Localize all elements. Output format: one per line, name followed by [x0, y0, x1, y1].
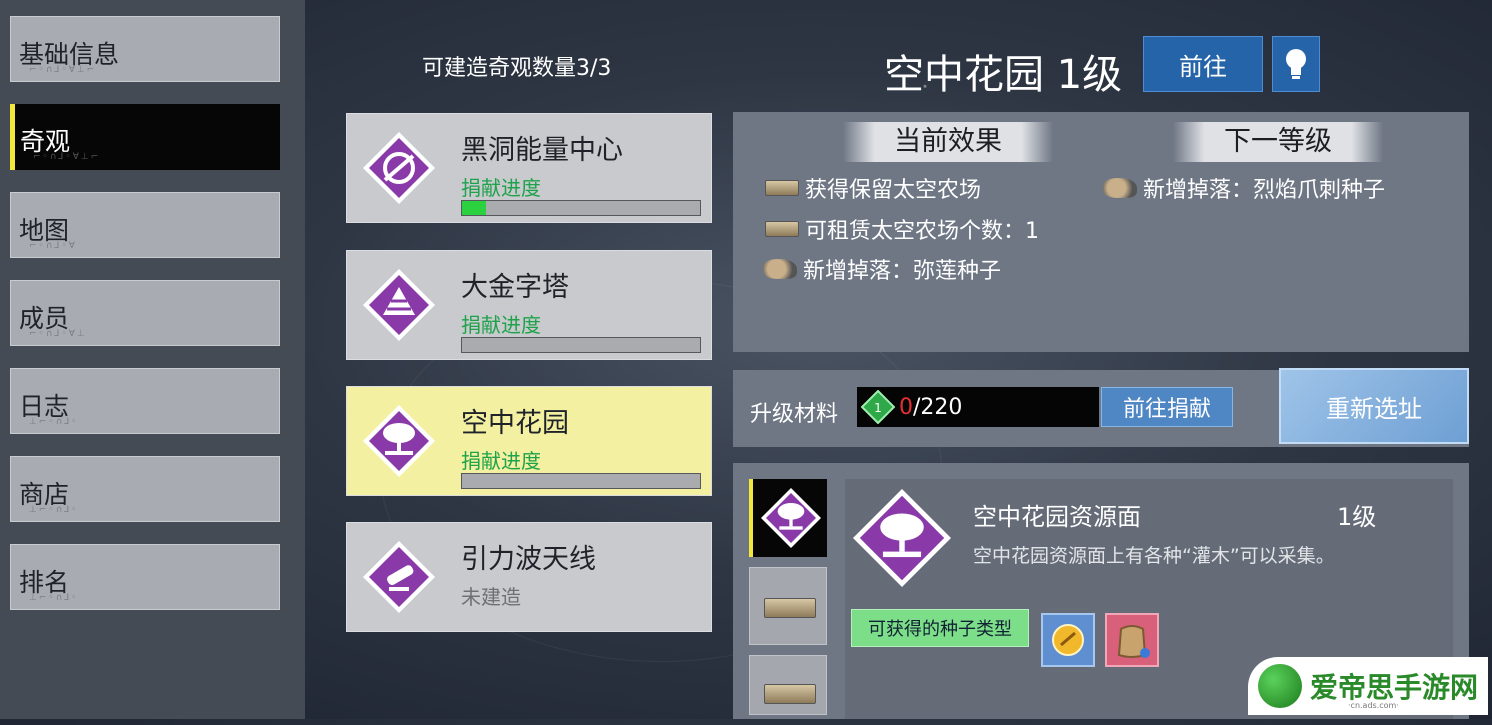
hint-button[interactable] [1272, 36, 1320, 92]
wonder-status: 未建造 [461, 585, 521, 609]
material-have: 0 [899, 394, 913, 420]
donation-progress-bar [461, 473, 701, 489]
platform-icon [764, 684, 816, 704]
alien-glyph-decoration: ⌐◦∩⅃◦Ɐ⊥ [29, 329, 87, 339]
current-effect-item: 新增掉落：弥莲种子 [763, 253, 1001, 285]
current-effect-item: 获得保留太空农场 [765, 172, 981, 204]
tree-icon [363, 405, 435, 477]
resource-name: 空中花园资源面 [973, 503, 1141, 531]
effect-text: 新增掉落：弥莲种子 [803, 259, 1002, 284]
wonder-card-blackhole[interactable]: 黑洞能量中心 捐献进度 [346, 113, 712, 223]
upgrade-material-label: 升级材料 [750, 402, 839, 427]
effect-text: 获得保留太空农场 [805, 178, 982, 203]
site-watermark: 爱帝思手游网 ·cn.ads.com· [1248, 657, 1488, 715]
sidebar-item-shop[interactable]: 商店 ⊥⌐◦∩⅃◦ [10, 456, 280, 522]
seed-type-label: 可获得的种子类型 [851, 609, 1029, 647]
alien-glyph-decoration: ⌐◦∩⅃◦Ɐ⊥⌐ [29, 65, 97, 75]
sidebar: 基础信息 ⌐◦∩⅃◦Ɐ⊥⌐ 奇观 ⌐◦∩⅃◦Ɐ⊥⌐ 地图 ⌐◦∩⅃◦Ɐ 成员 ⌐… [0, 0, 305, 719]
gold-seed-icon [1052, 624, 1084, 656]
alien-glyph-decoration: ⊥⌐◦∩⅃◦ [29, 505, 79, 515]
sidebar-item-log[interactable]: 日志 ⊥⌐◦∩⅃◦ [10, 368, 280, 434]
goto-button[interactable]: 前往 [1143, 36, 1263, 92]
current-effect-item: 可租赁太空农场个数：1 [765, 213, 1039, 245]
resource-thumb-farm[interactable] [749, 567, 827, 645]
platform-icon [765, 180, 799, 196]
resource-description: 空中花园资源面上有各种“灌木”可以采集。 [973, 545, 1335, 567]
resource-level: 1级 [1337, 503, 1377, 531]
alien-glyph-decoration: ⌐◦∩⅃◦Ɐ⊥⌐ [33, 152, 101, 162]
effects-panel: 当前效果 下一等级 获得保留太空农场 可租赁太空农场个数：1 新增掉落：弥莲种子… [733, 112, 1469, 352]
seed-slot[interactable] [1105, 613, 1159, 667]
wonder-name: 引力波天线 [461, 544, 596, 575]
wonder-card-antenna[interactable]: 引力波天线 未建造 [346, 522, 712, 632]
pyramid-icon [363, 269, 435, 341]
watermark-subtext: ·cn.ads.com· [1348, 701, 1399, 710]
blackhole-icon [363, 132, 435, 204]
platform-icon [765, 221, 799, 237]
wonder-name: 大金字塔 [461, 272, 569, 303]
tree-icon [853, 489, 951, 587]
relocate-button[interactable]: 重新选址 [1279, 368, 1469, 444]
upgrade-material-row: 升级材料 1 0 /220 前往捐献 重新选址 [733, 368, 1469, 447]
sidebar-item-wonders[interactable]: 奇观 ⌐◦∩⅃◦Ɐ⊥⌐ [10, 104, 280, 170]
next-level-header: 下一等级 [1173, 122, 1383, 162]
alien-glyph-decoration: ⌐◦∩⅃◦Ɐ [29, 241, 77, 251]
leaf-logo-icon [1258, 664, 1302, 708]
wonder-name: 黑洞能量中心 [461, 135, 623, 166]
material-counter: 1 0 /220 [857, 387, 1099, 427]
wonder-card-sky-garden[interactable]: 空中花园 捐献进度 [346, 386, 712, 496]
donation-progress-bar [461, 200, 701, 216]
svg-text:1: 1 [874, 401, 882, 415]
material-need: /220 [913, 394, 963, 420]
donation-progress-bar [461, 337, 701, 353]
alien-glyph-decoration: ⊥⌐◦∩⅃◦ [29, 593, 79, 603]
current-effect-header: 当前效果 [843, 122, 1053, 162]
alien-glyph-decoration: ⊥⌐◦∩⅃◦ [29, 417, 79, 427]
lightbulb-icon [1286, 49, 1306, 79]
resource-thumbnail-list [749, 479, 829, 725]
effect-text: 可租赁太空农场个数：1 [805, 219, 1039, 244]
platform-icon [764, 598, 816, 618]
watermark-text: 爱帝思手游网 [1310, 671, 1479, 704]
wonder-card-pyramid[interactable]: 大金字塔 捐献进度 [346, 250, 712, 360]
sidebar-item-basic-info[interactable]: 基础信息 ⌐◦∩⅃◦Ɐ⊥⌐ [10, 16, 280, 82]
sidebar-item-map[interactable]: 地图 ⌐◦∩⅃◦Ɐ [10, 192, 280, 258]
effect-text: 新增掉落：烈焰爪刺种子 [1143, 178, 1386, 203]
progress-fill [462, 201, 486, 215]
wonder-status: 捐献进度 [461, 176, 541, 200]
buildable-wonder-count: 可建造奇观数量3/3 [422, 56, 612, 81]
resource-thumb-farm[interactable] [749, 655, 827, 715]
seed-slot[interactable] [1041, 613, 1095, 667]
green-gem-icon: 1 [861, 390, 895, 424]
next-effect-item: 新增掉落：烈焰爪刺种子 [1103, 172, 1385, 204]
resource-thumb-garden[interactable] [749, 479, 827, 557]
sidebar-item-members[interactable]: 成员 ⌐◦∩⅃◦Ɐ⊥ [10, 280, 280, 346]
creature-icon [763, 259, 797, 279]
antenna-icon [363, 541, 435, 613]
wonder-status: 捐献进度 [461, 449, 541, 473]
wonder-title: 空中花园 1级 [884, 52, 1123, 98]
tree-icon [761, 488, 821, 548]
sidebar-item-ranking[interactable]: 排名 ⊥⌐◦∩⅃◦ [10, 544, 280, 610]
creature-icon [1103, 178, 1137, 198]
wonder-status: 捐献进度 [461, 313, 541, 337]
go-donate-button[interactable]: 前往捐献 [1101, 387, 1233, 427]
wonder-name: 空中花园 [461, 408, 569, 439]
sack-icon [1117, 625, 1150, 658]
